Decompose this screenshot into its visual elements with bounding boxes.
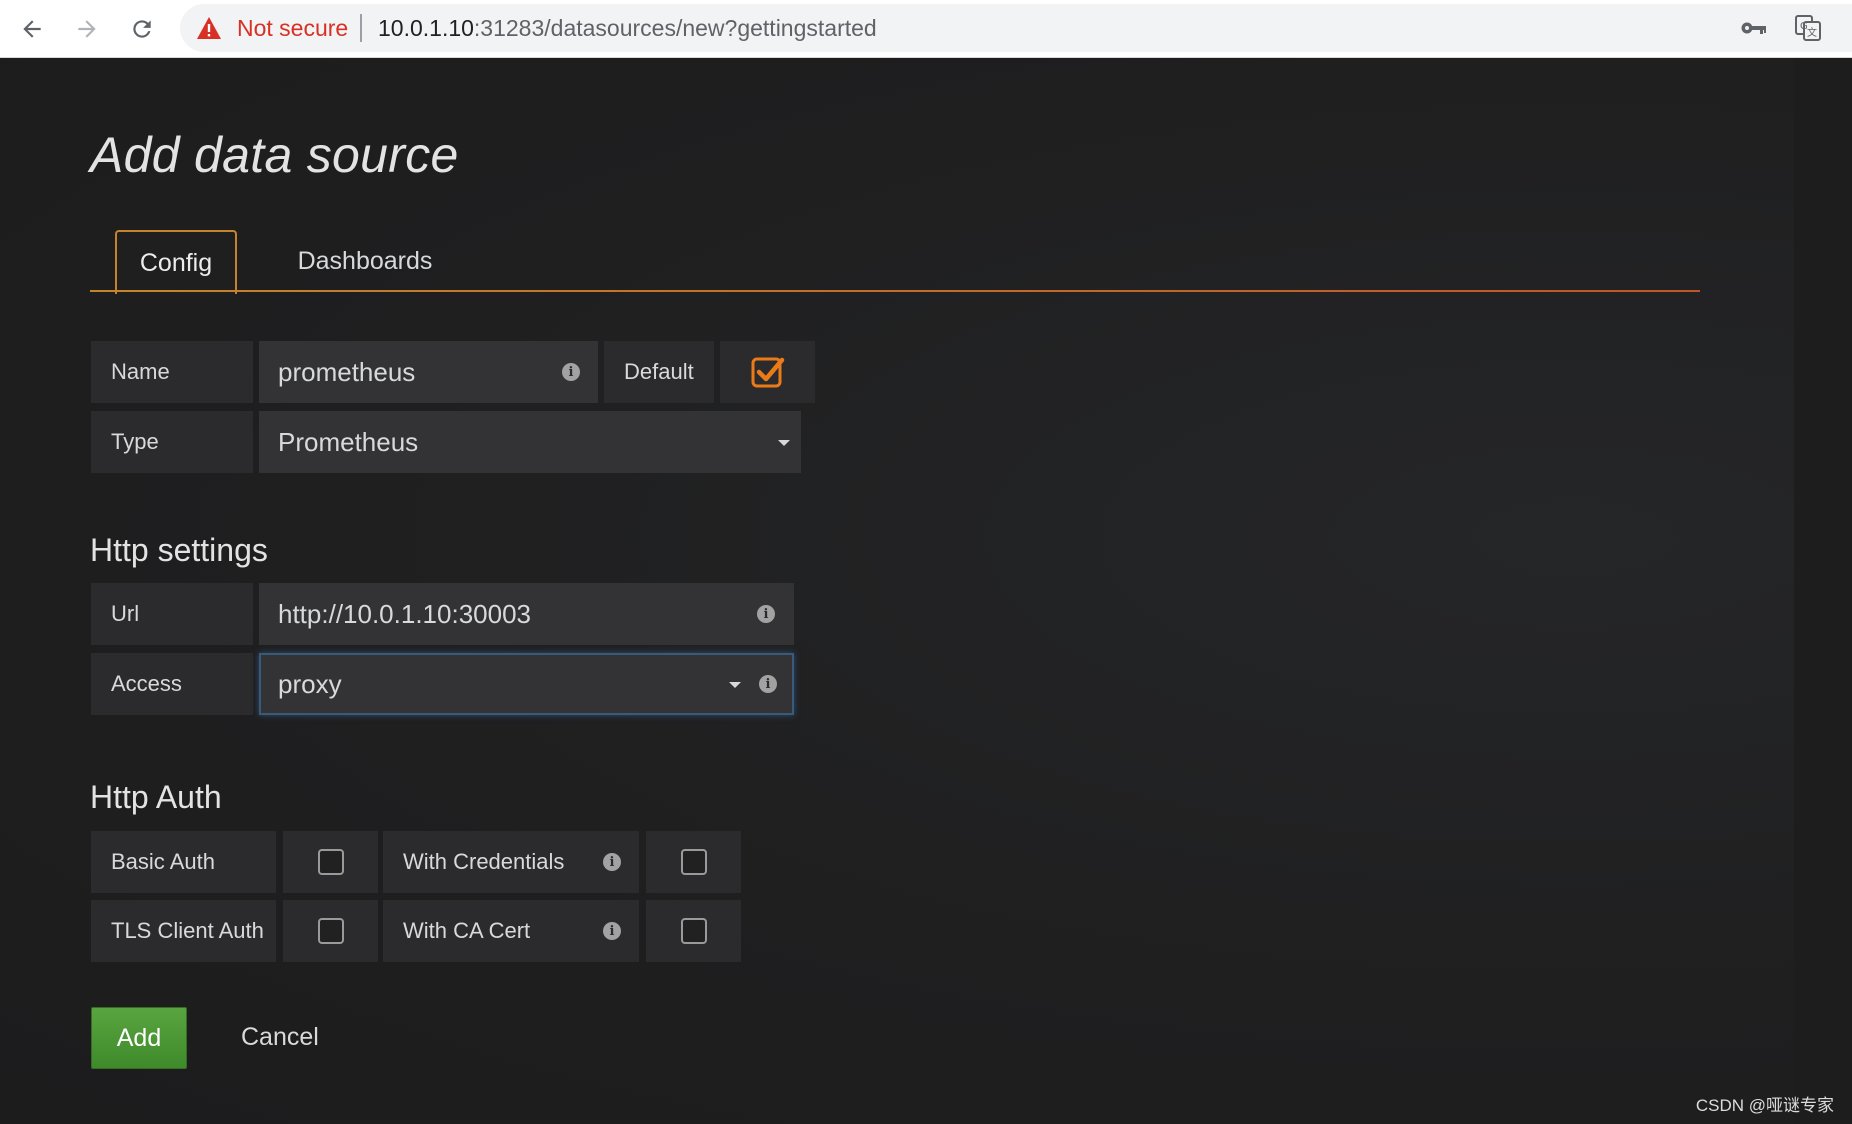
url-label: Url (91, 583, 253, 645)
forward-button[interactable] (67, 9, 107, 49)
http-auth-title: Http Auth (90, 779, 222, 815)
cancel-button[interactable]: Cancel (241, 1022, 319, 1052)
type-select[interactable]: Prometheus (259, 411, 801, 473)
tab-config[interactable]: Config (115, 230, 237, 294)
grafana-page: Add data source Config Dashboards Name p… (0, 58, 1852, 1124)
access-label: Access (91, 653, 253, 715)
name-input[interactable]: prometheus i (259, 341, 598, 403)
type-label: Type (91, 411, 253, 473)
name-input-value: prometheus (278, 356, 416, 387)
add-button[interactable]: Add (91, 1007, 187, 1069)
checkbox-box (317, 918, 344, 944)
info-icon[interactable]: i (603, 922, 621, 940)
checkbox-box (680, 918, 707, 944)
http-settings-title: Http settings (90, 532, 268, 568)
security-status[interactable]: Not secure (237, 16, 348, 40)
info-icon[interactable]: i (562, 363, 580, 381)
with-ca-cert-label: With CA Cert i (383, 900, 639, 962)
info-icon[interactable]: i (757, 605, 775, 623)
url-input[interactable]: http://10.0.1.10:30003 i (259, 583, 794, 645)
reload-button[interactable] (122, 9, 162, 49)
chevron-down-icon (778, 440, 790, 446)
translate-icon[interactable]: G 文 (1794, 14, 1822, 42)
address-bar[interactable]: Not secure 10.0.1.10:31283/datasources/n… (180, 4, 1852, 52)
url-text[interactable]: 10.0.1.10:31283/datasources/new?gettings… (378, 16, 877, 40)
tls-client-auth-checkbox[interactable] (283, 900, 378, 962)
key-icon[interactable] (1740, 16, 1768, 40)
with-credentials-label: With Credentials i (383, 831, 639, 893)
basic-auth-label: Basic Auth (91, 831, 276, 893)
url-input-value: http://10.0.1.10:30003 (278, 598, 531, 629)
type-select-value: Prometheus (278, 426, 419, 457)
tls-client-auth-label: TLS Client Auth (91, 900, 276, 962)
with-ca-cert-text: With CA Cert (403, 918, 531, 943)
info-icon[interactable]: i (603, 853, 621, 871)
url-path: :31283/datasources/new?gettingstarted (473, 15, 877, 41)
checkbox-box (680, 849, 707, 875)
access-select-value: proxy (278, 668, 342, 699)
basic-auth-checkbox[interactable] (283, 831, 378, 893)
svg-text:文: 文 (1807, 26, 1817, 39)
default-checkbox[interactable] (720, 341, 815, 403)
forward-arrow-icon (78, 20, 96, 38)
with-ca-cert-checkbox[interactable] (646, 900, 741, 962)
page-scroll-area (1794, 58, 1852, 1124)
checkmark-icon (751, 357, 784, 388)
back-arrow-icon (23, 20, 41, 38)
name-label: Name (91, 341, 253, 403)
with-credentials-checkbox[interactable] (646, 831, 741, 893)
with-credentials-text: With Credentials (403, 849, 565, 874)
warning-icon (197, 17, 221, 39)
watermark: CSDN @哑谜专家 (1695, 1096, 1834, 1115)
back-button[interactable] (12, 9, 52, 49)
reload-icon (133, 20, 151, 38)
browser-toolbar: Not secure 10.0.1.10:31283/datasources/n… (0, 0, 1852, 58)
tab-dashboards[interactable]: Dashboards (280, 230, 450, 292)
tabs-underline (90, 290, 1700, 292)
chevron-down-icon (729, 682, 741, 688)
address-separator (360, 14, 362, 42)
info-icon[interactable]: i (759, 675, 777, 693)
checkbox-box (317, 849, 344, 875)
default-label: Default (604, 341, 714, 403)
url-host: 10.0.1.10 (378, 15, 474, 41)
page-title: Add data source (90, 127, 459, 183)
access-select[interactable]: proxy i (259, 653, 794, 715)
